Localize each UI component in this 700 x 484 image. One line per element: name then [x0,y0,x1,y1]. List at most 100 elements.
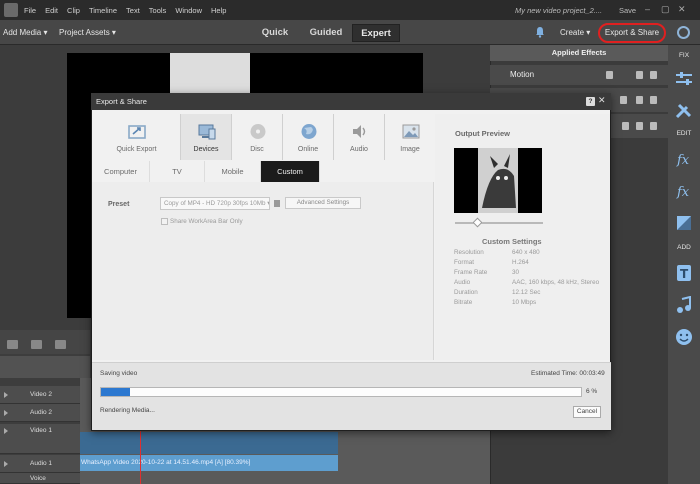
rail-add-label: ADD [677,244,691,251]
setting-value: H.264 [512,259,529,266]
project-assets-dropdown[interactable]: Project Assets ▾ [59,28,116,37]
subtab-computer[interactable]: Computer [92,161,150,182]
titles-icon[interactable]: T [674,264,694,282]
applied-effects-icon[interactable]: fx [674,182,694,200]
add-media-dropdown[interactable]: Add Media ▾ [3,28,48,37]
camera-icon[interactable] [7,340,18,349]
mode-tab-quick[interactable]: Quick [250,24,300,42]
help-icon[interactable]: ? [586,97,595,106]
expand-icon[interactable] [4,461,8,467]
output-preview-title: Output Preview [455,129,511,138]
setting-value: 640 x 480 [512,249,540,256]
tab-quick-export[interactable]: Quick Export [93,114,181,160]
preset-label: Preset [108,201,130,208]
svg-text:T: T [680,267,689,281]
close-icon[interactable]: ✕ [598,95,606,106]
project-title: My new video project_2.... [515,6,603,15]
track-audio-1[interactable]: Audio 1 [0,455,80,473]
preview-image [478,148,518,213]
mode-tab-guided[interactable]: Guided [302,24,350,42]
setting-value: AAC, 160 kbps, 48 kHz, Stereo [512,279,600,286]
tab-label: Image [400,146,420,153]
trash-icon[interactable] [650,96,657,104]
help-icon[interactable] [650,122,657,130]
track-video-1[interactable]: Video 1 [0,424,80,454]
menu-help[interactable]: Help [211,6,226,15]
video-clip[interactable] [80,432,338,454]
menu-clip[interactable]: Clip [67,6,80,15]
setting-value: 10 Mbps [512,299,537,306]
add-media-label: Add Media [3,28,42,37]
track-voice[interactable]: Voice [0,473,80,484]
tab-online[interactable]: Online [283,114,334,160]
audio-clip[interactable]: WhatsApp Video 2020-10-22 at 14.51.46.mp… [80,455,338,471]
menu-tools[interactable]: Tools [149,6,167,15]
menu-text[interactable]: Text [126,6,140,15]
timeline-header [0,356,90,378]
advanced-settings-button[interactable]: Advanced Settings [285,197,361,209]
adjustments-icon[interactable] [674,70,694,88]
graphics-icon[interactable] [674,328,694,346]
rendering-status: Rendering Media... [100,407,155,414]
eye-icon[interactable] [606,71,613,79]
trash-icon[interactable] [274,200,280,207]
transitions-icon[interactable] [674,214,694,232]
subtab-tv[interactable]: TV [150,161,205,182]
copy-icon[interactable] [31,340,42,349]
tab-disc[interactable]: Disc [232,114,283,160]
maximize-icon[interactable]: ▢ [661,4,670,15]
expand-icon[interactable] [4,428,8,434]
setting-key: Duration [454,289,478,296]
create-dropdown[interactable]: Create ▾ [560,28,590,37]
subtab-mobile[interactable]: Mobile [205,161,261,182]
workarea-checkbox[interactable] [161,218,168,225]
lock-icon[interactable] [620,96,627,104]
minimize-icon[interactable]: – [645,4,650,14]
save-button[interactable]: Save [619,6,636,15]
mode-tab-expert[interactable]: Expert [352,24,400,42]
setting-value: 30 [512,269,520,276]
export-share-button[interactable]: Export & Share [598,23,666,43]
toolbar: Add Media ▾ Project Assets ▾ Quick Guide… [0,20,700,45]
menu-window[interactable]: Window [175,6,202,15]
setting-key: Bitrate [454,299,473,306]
trash-icon[interactable] [55,340,66,349]
menu-edit[interactable]: Edit [45,6,58,15]
cancel-button[interactable]: Cancel [573,406,601,418]
tools-icon[interactable] [674,102,694,120]
progress-bar [100,387,582,397]
svg-text:fx: fx [676,153,690,168]
menu-timeline[interactable]: Timeline [89,6,117,15]
tab-audio[interactable]: Audio [334,114,385,160]
music-icon[interactable] [674,296,694,314]
setting-key: Resolution [454,249,484,256]
preview-scrubber[interactable] [455,222,543,224]
close-icon[interactable]: ✕ [678,4,686,15]
reset-icon[interactable] [622,122,629,130]
track-audio-2[interactable]: Audio 2 [0,404,80,422]
track-label: Voice [30,475,46,482]
bell-icon[interactable] [535,26,545,38]
track-label: Audio 1 [30,460,53,467]
trash-icon[interactable] [636,122,643,130]
reset-icon[interactable] [636,96,643,104]
custom-settings-title: Custom Settings [482,237,542,246]
workarea-label: Share WorkArea Bar Only [170,218,243,225]
preset-select[interactable]: Copy of MP4 - HD 720p 30fps 10Mb ▾ [160,197,270,210]
tab-image[interactable]: Image [385,114,436,160]
expand-icon[interactable] [4,392,8,398]
gear-icon[interactable] [677,26,690,39]
menu-file[interactable]: File [24,6,36,15]
trash-icon[interactable] [650,71,657,79]
effects-icon[interactable]: fx [674,150,694,168]
subtab-custom[interactable]: Custom [261,161,320,182]
tab-devices[interactable]: Devices [181,114,232,160]
progress-percent: 6 % [586,388,598,395]
dialog-title: Export & Share [91,93,611,110]
expand-icon[interactable] [4,410,8,416]
track-video-2[interactable]: Video 2 [0,386,80,404]
svg-text:fx: fx [676,185,690,200]
applied-effects-title: Applied Effects [490,45,668,61]
reset-icon[interactable] [636,71,643,79]
tab-label: Quick Export [116,146,157,153]
